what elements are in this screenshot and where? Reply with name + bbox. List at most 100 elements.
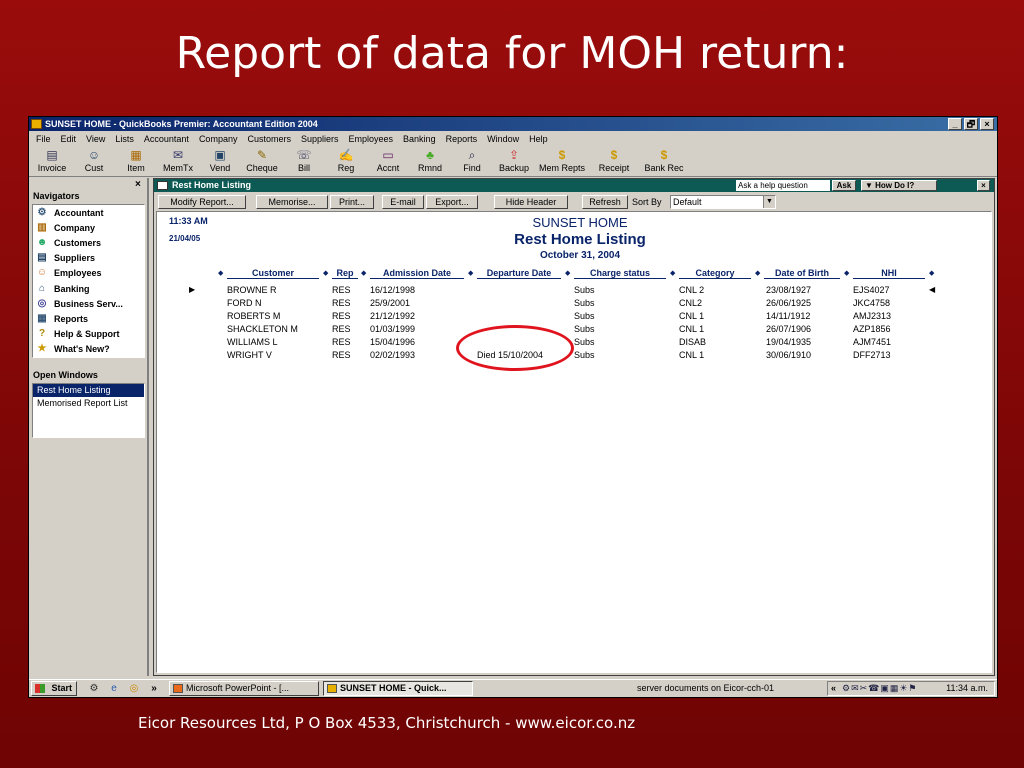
menu-file[interactable]: File — [31, 132, 56, 146]
toolbar-backup-button[interactable]: ⇪ Backup — [493, 147, 535, 176]
menu-suppliers[interactable]: Suppliers — [296, 132, 344, 146]
tray-chevron-icon[interactable]: « — [831, 682, 836, 695]
tray-icons[interactable]: ⚙✉✂☎▣▦☀⚑ — [842, 682, 918, 695]
navigator-close-button[interactable]: × — [135, 179, 141, 190]
export-button[interactable]: Export... — [426, 195, 478, 209]
column-header-admission-date[interactable]: Admission Date — [370, 268, 464, 279]
suppliers-icon: ▤ — [37, 252, 47, 264]
menu-view[interactable]: View — [81, 132, 110, 146]
nav-item-suppliers[interactable]: ▤ Suppliers — [33, 251, 144, 266]
column-header-rep[interactable]: Rep — [332, 268, 358, 279]
nav-item-customers[interactable]: ☻ Customers — [33, 235, 144, 250]
nav-item-reports[interactable]: ▦ Reports — [33, 311, 144, 326]
modify-report-button[interactable]: Modify Report... — [158, 195, 246, 209]
taskbar-chevron-icon[interactable]: » — [147, 682, 161, 695]
nav-item-help-support[interactable]: ? Help & Support — [33, 327, 144, 342]
menu-window[interactable]: Window — [482, 132, 524, 146]
print-button[interactable]: Print... — [330, 195, 374, 209]
business-services-icon: ◎ — [37, 297, 47, 309]
toolbar-bank-rec-button[interactable]: $ Bank Rec — [639, 147, 689, 176]
menu-help[interactable]: Help — [524, 132, 553, 146]
toolbar-accnt-button[interactable]: ▭ Accnt — [367, 147, 409, 176]
nav-item-employees[interactable]: ☺ Employees — [33, 266, 144, 281]
menu-company[interactable]: Company — [194, 132, 243, 146]
restore-button[interactable]: 🗗 — [964, 118, 978, 130]
column-header-date-of-birth[interactable]: Date of Birth — [764, 268, 840, 279]
open-windows-list: Rest Home Listing Memorised Report List — [32, 383, 145, 438]
start-button[interactable]: Start — [31, 681, 77, 696]
cell-admission-date: 02/02/1993 — [370, 350, 416, 360]
quickbooks-icon — [327, 684, 337, 693]
report-window: Rest Home Listing Ask a help question As… — [153, 178, 995, 676]
close-button[interactable]: × — [980, 118, 994, 130]
slide-title: Report of data for MOH return: — [175, 28, 849, 79]
cell-date-of-birth: 14/11/1912 — [766, 311, 811, 321]
toolbar-reg-button[interactable]: ✍ Reg — [325, 147, 367, 176]
report-close-button[interactable]: × — [977, 180, 990, 191]
menubar: File Edit View Lists Accountant Company … — [29, 132, 997, 146]
toolbar-cheque-button[interactable]: ✎ Cheque — [241, 147, 283, 176]
ask-button[interactable]: Ask — [832, 180, 856, 191]
toolbar-vend-button[interactable]: ▣ Vend — [199, 147, 241, 176]
toolbar-mem-repts-button[interactable]: $ Mem Repts — [535, 147, 589, 176]
cell-category: CNL2 — [679, 298, 703, 308]
toolbar-receipt-button[interactable]: $ Receipt — [589, 147, 639, 176]
chevron-down-icon: ▼ — [763, 196, 775, 208]
nav-item-whats-new[interactable]: ★ What's New? — [33, 342, 144, 357]
toolbar-invoice-button[interactable]: ▤ Invoice — [31, 147, 73, 176]
memorise-button[interactable]: Memorise... — [256, 195, 328, 209]
refresh-button[interactable]: Refresh — [582, 195, 628, 209]
toolbar-rmnd-button[interactable]: ♣ Rmnd — [409, 147, 451, 176]
task-powerpoint[interactable]: Microsoft PowerPoint - [... — [169, 681, 319, 696]
column-separator-icon: ◆ — [844, 270, 850, 277]
menu-reports[interactable]: Reports — [441, 132, 483, 146]
menu-edit[interactable]: Edit — [56, 132, 82, 146]
quicklaunch-ie-icon[interactable]: e — [107, 682, 121, 695]
minimize-button[interactable]: _ — [948, 118, 962, 130]
quicklaunch-outlook-icon[interactable]: ◎ — [127, 682, 141, 695]
toolbar-bill-button[interactable]: ☏ Bill — [283, 147, 325, 176]
toolbar-memtx-button[interactable]: ✉ MemTx — [157, 147, 199, 176]
report-company: SUNSET HOME — [532, 215, 628, 230]
menu-banking[interactable]: Banking — [398, 132, 441, 146]
quicklaunch-desktop-icon[interactable]: ⚙ — [87, 682, 101, 695]
nav-item-business-services[interactable]: ◎ Business Serv... — [33, 296, 144, 311]
memorized-reports-icon: $ — [558, 148, 566, 162]
nav-item-banking[interactable]: ⌂ Banking — [33, 281, 144, 296]
cell-nhi: DFF2713 — [853, 350, 891, 360]
invoice-icon: ▤ — [46, 148, 58, 162]
open-window-rest-home-listing[interactable]: Rest Home Listing — [33, 384, 144, 397]
cheque-icon: ✎ — [256, 148, 268, 162]
column-header-departure-date[interactable]: Departure Date — [477, 268, 561, 279]
receipt-icon: $ — [610, 148, 618, 162]
slide-footer: Eicor Resources Ltd, P O Box 4533, Chris… — [138, 714, 636, 732]
email-button[interactable]: E-mail — [382, 195, 424, 209]
how-do-i-button[interactable]: ▼ How Do I? — [861, 180, 937, 191]
toolbar-item-button[interactable]: ▦ Item — [115, 147, 157, 176]
nav-item-accountant[interactable]: ⚙ Accountant — [33, 205, 144, 220]
column-separator-icon: ◆ — [929, 270, 935, 277]
cell-category: CNL 2 — [679, 285, 705, 295]
nav-item-company[interactable]: ▥ Company — [33, 220, 144, 235]
cell-customer: SHACKLETON M — [227, 324, 298, 334]
cell-admission-date: 25/9/2001 — [370, 298, 411, 308]
toolbar-cust-button[interactable]: ☺ Cust — [73, 147, 115, 176]
vendor-icon: ▣ — [214, 148, 226, 162]
screenshot: SUNSET HOME - QuickBooks Premier: Accoun… — [28, 116, 998, 698]
menu-accountant[interactable]: Accountant — [139, 132, 194, 146]
hide-header-button[interactable]: Hide Header — [494, 195, 568, 209]
help-question-input[interactable]: Ask a help question — [736, 180, 830, 191]
task-quickbooks[interactable]: SUNSET HOME - Quick... — [323, 681, 473, 696]
menu-customers[interactable]: Customers — [242, 132, 296, 146]
find-icon: ⌕ — [468, 148, 476, 162]
menu-employees[interactable]: Employees — [344, 132, 399, 146]
column-header-nhi[interactable]: NHI — [853, 268, 925, 279]
column-header-category[interactable]: Category — [679, 268, 751, 279]
menu-lists[interactable]: Lists — [110, 132, 139, 146]
column-header-customer[interactable]: Customer — [227, 268, 319, 279]
sort-by-select[interactable]: Default ▼ — [670, 195, 776, 209]
column-header-charge-status[interactable]: Charge status — [574, 268, 666, 279]
toolbar-find-button[interactable]: ⌕ Find — [451, 147, 493, 176]
open-window-memorised-report-list[interactable]: Memorised Report List — [33, 397, 144, 410]
cell-category: CNL 1 — [679, 350, 705, 360]
